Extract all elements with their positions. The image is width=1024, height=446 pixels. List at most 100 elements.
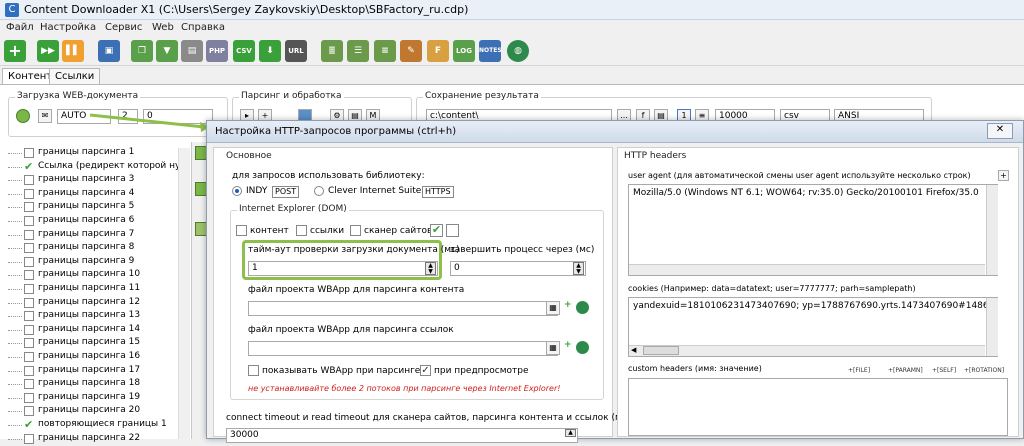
timeout-spinner[interactable]: ▲ ▼ <box>425 262 436 275</box>
cookies-scroll-left-icon[interactable]: ◀ <box>631 346 636 354</box>
list-item-checkbox[interactable] <box>24 352 34 362</box>
wbapp-content-globe-icon[interactable] <box>576 301 589 314</box>
timeout-field[interactable]: 1 <box>248 261 438 276</box>
globe-small-icon[interactable] <box>16 109 30 123</box>
list-item-checkbox[interactable] <box>24 392 34 403</box>
cookies-vscroll[interactable] <box>986 298 998 356</box>
list-item-label[interactable]: границы парсинга 6 <box>38 215 134 228</box>
wbapp-links-add-icon[interactable]: + <box>564 340 572 350</box>
list-item-label[interactable]: Ссылка (редирект которой нуж <box>38 161 188 174</box>
list-item-check-icon[interactable]: ✔ <box>24 161 33 172</box>
clever-radio[interactable] <box>314 186 324 196</box>
list-item-label[interactable]: границы парсинга 1 <box>38 147 134 160</box>
ua-textarea[interactable]: Mozilla/5.0 (Windows NT 6.1; WOW64; rv:3… <box>628 184 998 276</box>
menu-help[interactable]: Справка <box>181 22 225 33</box>
ie-scanner-checkbox[interactable] <box>350 225 361 236</box>
list-item-checkbox[interactable] <box>24 175 34 186</box>
ua-vscroll[interactable] <box>986 185 998 275</box>
list-item-checkbox[interactable] <box>24 324 34 335</box>
show-wbapp-checkbox[interactable] <box>248 365 259 376</box>
wbapp-links-browse-icon[interactable]: ▦ <box>546 341 560 355</box>
php-icon[interactable]: PHP <box>206 40 228 62</box>
wrench-icon[interactable]: ✎ <box>400 40 422 62</box>
list-item-label[interactable]: границы парсинга 7 <box>38 229 134 242</box>
list-item-label[interactable]: границы парсинга 9 <box>38 256 134 269</box>
list-item-label[interactable]: границы парсинга 13 <box>38 310 140 323</box>
window-icon[interactable]: ▣ <box>98 40 120 62</box>
connect-timeout-field[interactable]: 30000 <box>226 428 578 443</box>
list-item-label[interactable]: границы парсинга 22 <box>38 433 140 446</box>
connect-timeout-spinner[interactable]: ▲ <box>565 429 576 437</box>
custom-headers-textarea[interactable] <box>628 378 1008 436</box>
list-item-label[interactable]: границы парсинга 17 <box>38 365 140 378</box>
log-icon[interactable]: LOG <box>453 40 475 62</box>
cookies-hscroll[interactable]: ◀ <box>629 345 985 356</box>
list-item-checkbox[interactable] <box>24 256 34 267</box>
list-item-check-icon[interactable]: ✔ <box>24 419 33 430</box>
insert-rotation-button[interactable]: +[ROTATION] <box>964 367 1004 374</box>
list-item-label[interactable]: границы парсинга 15 <box>38 337 140 350</box>
list-item-checkbox[interactable] <box>24 243 34 254</box>
add-icon[interactable]: + <box>4 40 26 62</box>
download-icon[interactable]: ⬇ <box>259 40 281 62</box>
tab-links[interactable]: Ссылки <box>49 68 101 84</box>
globe-icon[interactable]: ◍ <box>507 40 529 62</box>
menu-settings[interactable]: Настройка <box>40 22 96 33</box>
pause-icon[interactable]: ▌▌ <box>62 40 84 62</box>
list-item-checkbox[interactable] <box>24 379 34 390</box>
insert-self-button[interactable]: +[SELF] <box>932 367 956 374</box>
list-item-label[interactable]: границы парсинга 8 <box>38 242 134 255</box>
wbapp-links-field[interactable] <box>248 341 558 356</box>
kill-field[interactable]: 0 <box>450 261 586 276</box>
ie-check-icon[interactable]: ✔ <box>430 224 443 237</box>
list-item-checkbox[interactable] <box>24 338 34 349</box>
settings-icon[interactable]: ☰ <box>347 40 369 62</box>
list-item-checkbox[interactable] <box>24 229 34 240</box>
file-icon[interactable]: F <box>427 40 449 62</box>
wbapp-content-browse-icon[interactable]: ▦ <box>546 301 560 315</box>
menu-service[interactable]: Сервис <box>105 22 142 33</box>
wbapp-content-field[interactable] <box>248 301 558 316</box>
indy-radio[interactable] <box>232 186 242 196</box>
list-item-checkbox[interactable] <box>24 270 34 281</box>
list-item-checkbox[interactable] <box>24 284 34 294</box>
list-item-label[interactable]: границы парсинга 14 <box>38 324 140 337</box>
ua-add-icon[interactable]: + <box>998 170 1009 181</box>
list-item-label[interactable]: границы парсинга 20 <box>38 405 140 418</box>
page-icon[interactable]: ▤ <box>181 40 203 62</box>
ie-links-checkbox[interactable] <box>296 225 307 236</box>
robot-icon[interactable]: URL <box>285 40 307 62</box>
play-all-icon[interactable]: ▶▶ <box>37 40 59 62</box>
csv-icon[interactable]: CSV <box>233 40 255 62</box>
list-item-checkbox[interactable] <box>24 406 34 417</box>
list-item-checkbox[interactable] <box>24 202 34 213</box>
list-item-checkbox[interactable] <box>24 297 34 308</box>
mode-icon[interactable]: ✉ <box>38 109 52 123</box>
ie-content-checkbox[interactable] <box>236 225 247 236</box>
list-item-label[interactable]: границы парсинга 3 <box>38 174 134 187</box>
list-scrollbar[interactable] <box>178 148 190 439</box>
list-item-label[interactable]: границы парсинга 12 <box>38 297 140 310</box>
list-item-label[interactable]: границы парсинга 16 <box>38 351 140 364</box>
list-item-checkbox[interactable] <box>24 188 34 199</box>
dialog-close-button[interactable]: ✕ <box>987 123 1013 139</box>
ua-hscroll[interactable] <box>629 264 985 275</box>
list-icon[interactable]: ≣ <box>321 40 343 62</box>
insert-file-button[interactable]: +[FILE] <box>848 367 870 374</box>
wbapp-content-add-icon[interactable]: + <box>564 300 572 310</box>
list-item-checkbox[interactable] <box>24 365 34 376</box>
list-item-checkbox[interactable] <box>24 311 34 322</box>
wbapp-links-globe-icon[interactable] <box>576 341 589 354</box>
list-item-checkbox[interactable] <box>24 148 34 158</box>
menu-web[interactable]: Web <box>152 22 174 33</box>
list-item-label[interactable]: границы парсинга 11 <box>38 283 140 296</box>
list-item-label[interactable]: границы парсинга 4 <box>38 188 134 201</box>
ie-extra-checkbox[interactable] <box>446 224 459 237</box>
menu-file[interactable]: Файл <box>6 22 34 33</box>
list2-icon[interactable]: ≡ <box>374 40 396 62</box>
cookies-scroll-thumb[interactable] <box>643 346 679 355</box>
insert-paramn-button[interactable]: +[PARAMN] <box>888 367 923 374</box>
list-item-label[interactable]: повторяющиеся границы 1 <box>38 419 167 432</box>
list-item-label[interactable]: границы парсинга 18 <box>38 378 140 391</box>
filter-icon[interactable]: ▼ <box>156 40 178 62</box>
